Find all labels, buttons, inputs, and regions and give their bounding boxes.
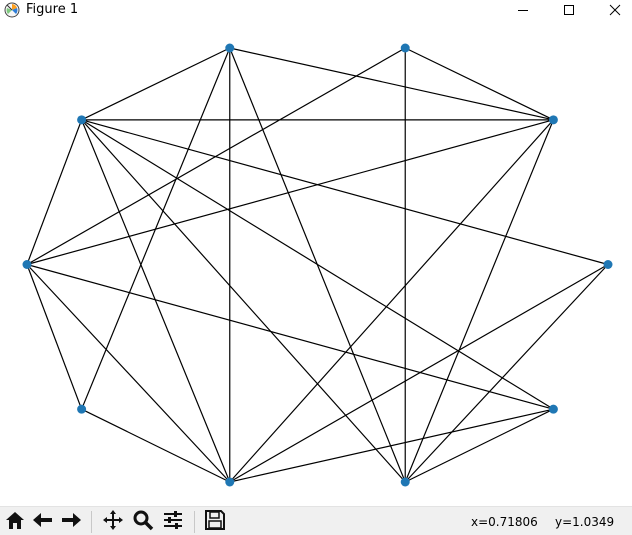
configure-subplots-button[interactable]: [160, 510, 186, 534]
back-arrow-icon: [32, 509, 54, 535]
graph-edge: [81, 47, 231, 121]
navigation-toolbar: x=0.71806 y=1.0349: [0, 506, 632, 535]
graph-node-mid-left: [22, 260, 32, 270]
close-icon: [609, 1, 621, 20]
graph-edge: [26, 264, 231, 483]
graph-node-mid-right: [603, 260, 613, 270]
save-button[interactable]: [202, 510, 228, 534]
graph-edge: [81, 408, 231, 483]
graph-node-bottom-left: [225, 477, 235, 487]
zoom-button[interactable]: [130, 510, 156, 534]
cursor-x-readout: x=0.71806: [471, 515, 538, 529]
home-button[interactable]: [2, 510, 28, 534]
graph-node-bottom-right: [400, 477, 410, 487]
network-graph: [22, 43, 613, 487]
minimize-button[interactable]: [500, 0, 546, 20]
back-button[interactable]: [30, 510, 56, 534]
graph-edge: [81, 119, 554, 410]
maximize-button[interactable]: [546, 0, 592, 20]
figure-canvas[interactable]: [0, 20, 632, 506]
graph-edge: [229, 47, 554, 121]
figure-window: Figure 1 x=0.71806 y=1.0349: [0, 0, 632, 535]
graph-edge: [229, 408, 554, 483]
graph-edge: [81, 119, 231, 483]
graph-edge: [404, 119, 554, 483]
forward-arrow-icon: [60, 509, 82, 535]
pan-move-icon: [102, 509, 124, 535]
close-button[interactable]: [592, 0, 632, 20]
window-title: Figure 1: [26, 2, 79, 17]
graph-node-top-right: [400, 43, 410, 53]
save-floppy-icon: [204, 509, 226, 535]
toolbar-separator: [194, 511, 195, 533]
graph-edge: [404, 47, 554, 121]
matplotlib-logo-icon: [4, 2, 20, 18]
graph-node-upper-right: [548, 115, 558, 125]
graph-edge: [26, 119, 83, 265]
minimize-icon: [517, 1, 529, 20]
graph-edge: [81, 119, 609, 266]
toolbar-separator: [91, 511, 92, 533]
graph-node-lower-left: [77, 404, 87, 414]
graph-edge: [404, 408, 554, 483]
zoom-magnifier-icon: [132, 509, 154, 535]
home-icon: [4, 509, 26, 535]
graph-edge: [26, 264, 83, 410]
cursor-y-readout: y=1.0349: [555, 515, 615, 529]
configure-subplots-icon: [162, 509, 184, 535]
maximize-icon: [563, 1, 575, 20]
pan-button[interactable]: [100, 510, 126, 534]
title-bar[interactable]: Figure 1: [0, 0, 632, 20]
graph-node-top-left: [225, 43, 235, 53]
graph-edge: [26, 263, 554, 410]
forward-button[interactable]: [58, 510, 84, 534]
graph-node-upper-left: [77, 115, 87, 125]
graph-node-lower-right: [548, 404, 558, 414]
graph-edge: [404, 264, 609, 483]
graph-edge: [26, 119, 554, 266]
